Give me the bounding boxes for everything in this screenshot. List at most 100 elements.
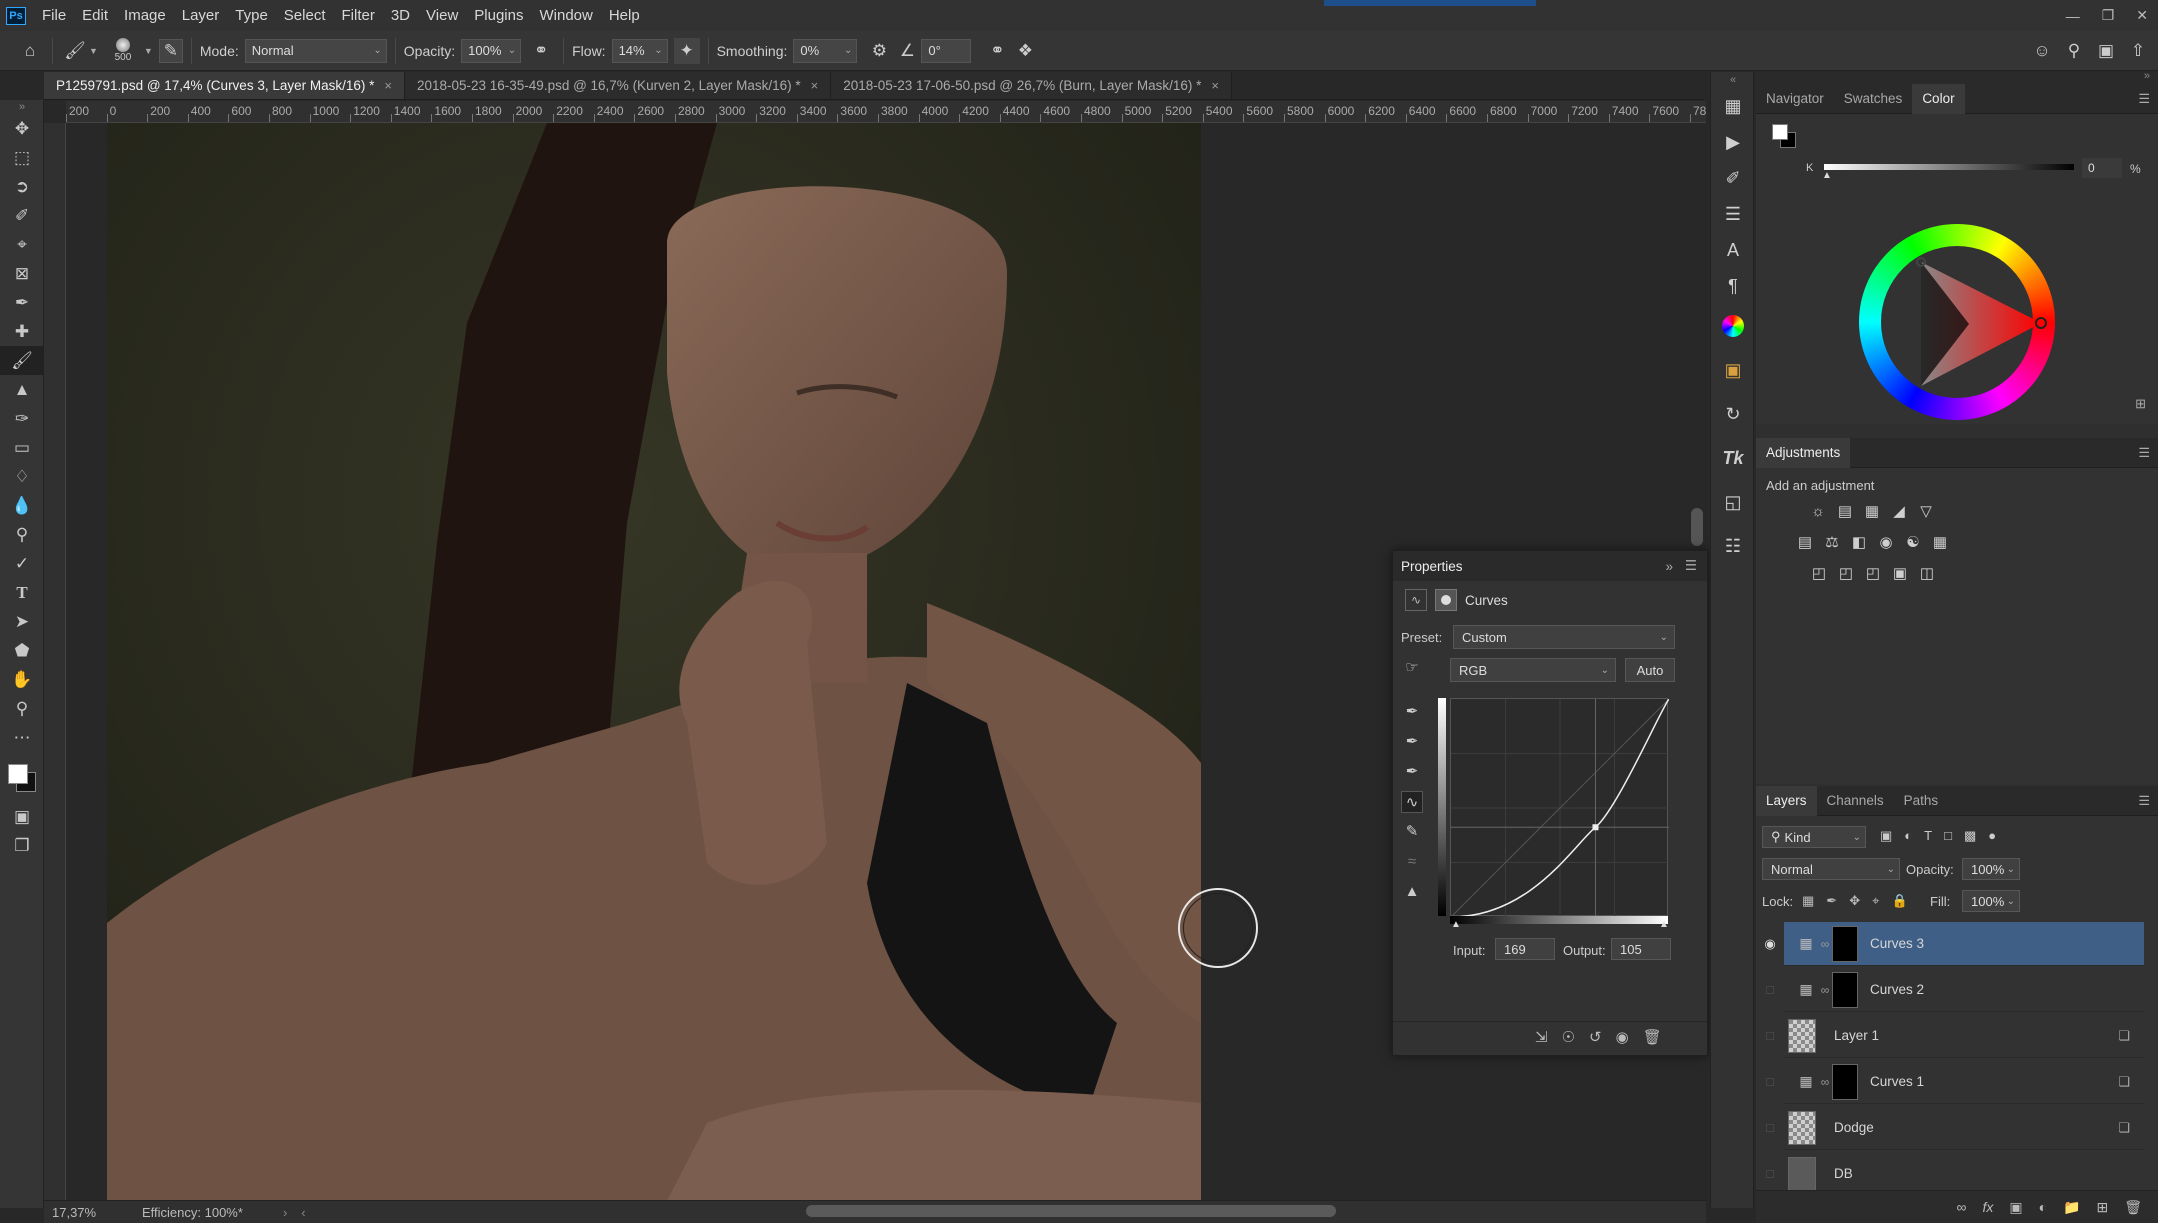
- gradient-map-icon[interactable]: ◫: [1917, 564, 1937, 584]
- filter-adjustment-icon[interactable]: ◐: [1904, 828, 1912, 844]
- layer-mask-thumbnail[interactable]: [1832, 1063, 1858, 1100]
- chevron-right-icon[interactable]: ›: [283, 1205, 287, 1220]
- trash-icon[interactable]: 🗑: [2124, 1199, 2142, 1216]
- plugin-rt-icon[interactable]: ▣: [1711, 348, 1755, 392]
- canvas-photo[interactable]: [107, 123, 1201, 1201]
- angle-field[interactable]: 0°: [921, 38, 972, 63]
- brightness-icon[interactable]: ☼: [1808, 502, 1828, 522]
- panel-menu-icon[interactable]: ☰: [2138, 91, 2150, 107]
- quick-mask-icon[interactable]: ▣: [0, 802, 44, 831]
- menu-select[interactable]: Select: [276, 0, 334, 31]
- lock-all-icon[interactable]: 🔒: [1891, 893, 1907, 909]
- draw-curve-icon[interactable]: ✎: [1401, 821, 1423, 843]
- layer-name[interactable]: Curves 1: [1870, 1074, 1924, 1089]
- layer-row[interactable]: □ ▦ ∞ Curves 2: [1766, 968, 2144, 1012]
- view-previous-icon[interactable]: ☉: [1562, 1028, 1575, 1046]
- invert-icon[interactable]: ◰: [1809, 564, 1829, 584]
- app-logo[interactable]: Ps: [6, 6, 26, 25]
- color-wheel-icon[interactable]: [1711, 304, 1755, 348]
- home-icon[interactable]: ⌂: [16, 37, 44, 65]
- smoothing-field[interactable]: 0% ⌄: [793, 38, 858, 63]
- actions-play-icon[interactable]: ▶: [1711, 124, 1755, 160]
- k-slider-track[interactable]: [1824, 164, 2074, 170]
- layer-mask-thumbnail[interactable]: [1832, 925, 1858, 962]
- history-brush-tool-icon[interactable]: ✑: [0, 404, 44, 433]
- blur-tool-icon[interactable]: 💧: [0, 491, 44, 520]
- blend-mode-select[interactable]: Normal ⌄: [1762, 858, 1900, 880]
- white-point-eyedropper-icon[interactable]: ✒: [1401, 761, 1423, 783]
- tab-layers[interactable]: Layers: [1756, 785, 1817, 816]
- paint-bucket-tool-icon[interactable]: ♢: [0, 462, 44, 491]
- brush-preset-picker[interactable]: 500: [106, 38, 140, 63]
- restore-icon[interactable]: ❐: [2102, 7, 2115, 24]
- trash-icon[interactable]: 🗑: [1643, 1028, 1662, 1046]
- panel-menu-icon[interactable]: ☰: [2138, 445, 2150, 461]
- add-mask-icon[interactable]: ▣: [2009, 1199, 2022, 1216]
- color-triangle[interactable]: [1859, 224, 2055, 420]
- collapse-icon[interactable]: »: [1665, 559, 1673, 574]
- tab-adjustments[interactable]: Adjustments: [1756, 437, 1851, 468]
- curves-icon[interactable]: ▦: [1862, 502, 1882, 522]
- foreground-color-swatch[interactable]: [1772, 124, 1788, 140]
- tab-swatches[interactable]: Swatches: [1834, 84, 1913, 114]
- color-lookup-icon[interactable]: ▦: [1930, 533, 1950, 553]
- slider-handle-icon[interactable]: ▲: [1822, 170, 1832, 181]
- filter-type-icon[interactable]: T: [1924, 828, 1932, 844]
- black-white-icon[interactable]: ◧: [1849, 533, 1869, 553]
- opacity-field[interactable]: 100% ⌄: [461, 38, 522, 63]
- close-icon[interactable]: ×: [384, 78, 392, 93]
- reset-icon[interactable]: ↺: [1589, 1028, 1602, 1046]
- symmetry-icon[interactable]: ❖: [1011, 37, 1039, 65]
- filter-smart-object-icon[interactable]: ▩: [1964, 828, 1976, 844]
- lock-artboard-icon[interactable]: ⌖: [1872, 893, 1879, 909]
- crop-tool-icon[interactable]: ⌖: [0, 230, 44, 259]
- layer-mask-thumbnail[interactable]: [1832, 971, 1858, 1008]
- character-icon[interactable]: A: [1711, 232, 1755, 268]
- menu-image[interactable]: Image: [116, 0, 174, 31]
- minimize-icon[interactable]: —: [2066, 8, 2080, 24]
- tab-channels[interactable]: Channels: [1817, 786, 1894, 816]
- chevron-left-icon[interactable]: ‹: [301, 1205, 305, 1220]
- brush-tool-icon[interactable]: 🖌: [61, 37, 89, 65]
- curve-control-point[interactable]: [1592, 824, 1599, 831]
- black-slider-icon[interactable]: ▲: [1451, 919, 1461, 930]
- marquee-tool-icon[interactable]: ⬚: [0, 143, 44, 172]
- gear-icon[interactable]: ⚙: [865, 37, 893, 65]
- share-user-icon[interactable]: ☺: [2028, 37, 2056, 65]
- hand-tool-icon[interactable]: ✋: [0, 665, 44, 694]
- eraser-tool-icon[interactable]: ▭: [0, 433, 44, 462]
- frame-tool-icon[interactable]: ⊠: [0, 259, 44, 288]
- plugin-tk-icon[interactable]: Tk: [1711, 436, 1755, 480]
- visibility-box[interactable]: □: [1758, 982, 1782, 997]
- clip-to-layer-icon[interactable]: ⇲: [1535, 1028, 1548, 1046]
- menu-3d[interactable]: 3D: [383, 0, 418, 31]
- plugin-c-icon[interactable]: ↻: [1711, 392, 1755, 436]
- filter-toggle-icon[interactable]: ●: [1988, 828, 1996, 844]
- color-swatches[interactable]: [0, 752, 44, 802]
- export-icon[interactable]: ⇧: [2124, 37, 2152, 65]
- visibility-box[interactable]: □: [1758, 1028, 1782, 1043]
- quick-select-tool-icon[interactable]: ✐: [0, 201, 44, 230]
- threshold-icon[interactable]: ◰: [1863, 564, 1883, 584]
- mask-icon[interactable]: [1435, 589, 1457, 611]
- black-point-eyedropper-icon[interactable]: ✒: [1401, 701, 1423, 723]
- link-icon[interactable]: ∞: [1820, 1075, 1830, 1089]
- channel-mixer-icon[interactable]: ☯: [1903, 533, 1923, 553]
- tab-paths[interactable]: Paths: [1894, 786, 1949, 816]
- visibility-icon[interactable]: ◉: [1616, 1028, 1629, 1046]
- history-icon[interactable]: ▦: [1711, 88, 1755, 124]
- collapse-icon[interactable]: «: [1711, 72, 1755, 88]
- zoom-tool-icon[interactable]: ⚲: [0, 694, 44, 723]
- photo-filter-icon[interactable]: ◉: [1876, 533, 1896, 553]
- posterize-icon[interactable]: ◰: [1836, 564, 1856, 584]
- layer-thumbnail[interactable]: [1788, 1018, 1816, 1053]
- layer-row[interactable]: ◉ ▦ ∞ Curves 3: [1764, 922, 2144, 966]
- more-tools-icon[interactable]: ⋯: [0, 723, 44, 752]
- selective-color-icon[interactable]: ▣: [1890, 564, 1910, 584]
- layer-row[interactable]: □ ▦ ∞ Curves 1 ❏: [1766, 1060, 2144, 1104]
- filter-pixel-icon[interactable]: ▣: [1880, 828, 1892, 844]
- airbrush-icon[interactable]: ✦: [673, 37, 700, 64]
- chevron-down-icon[interactable]: ▼: [144, 46, 153, 56]
- new-layer-icon[interactable]: ⊞: [2096, 1199, 2108, 1216]
- visibility-box[interactable]: □: [1758, 1074, 1782, 1089]
